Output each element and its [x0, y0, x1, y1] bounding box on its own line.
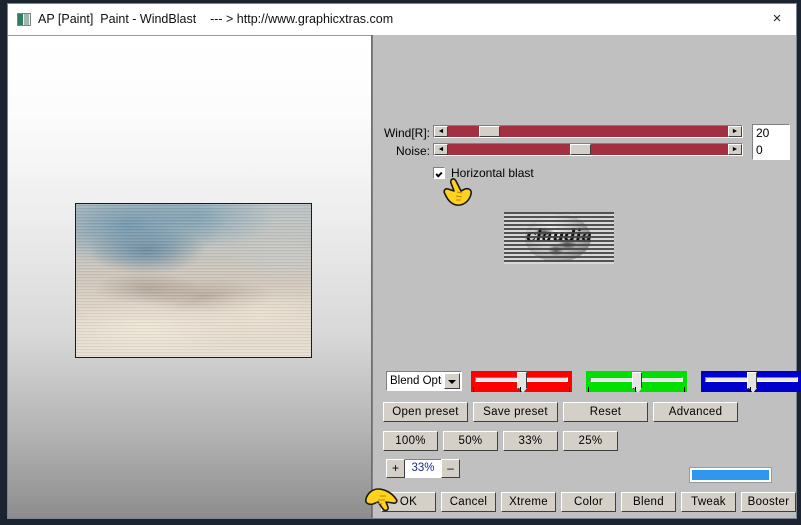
red-slider-thumb[interactable]	[516, 372, 527, 393]
booster-label: Booster	[747, 496, 790, 508]
green-channel-slider[interactable]	[586, 371, 687, 393]
zoom-100-button[interactable]: 100%	[383, 431, 438, 451]
color-label: Color	[574, 496, 603, 508]
blue-slider-thumb[interactable]	[746, 372, 757, 393]
red-channel-slider[interactable]	[471, 371, 572, 393]
reset-label: Reset	[589, 406, 622, 418]
hand-pointer-cursor-checkbox	[441, 174, 475, 208]
zoom-increase-button[interactable]: +	[386, 459, 405, 478]
blend-label: Blend	[633, 496, 664, 508]
save-preset-button[interactable]: Save preset	[473, 402, 558, 422]
color-swatch[interactable]	[689, 467, 772, 483]
content-area: Wind[R]: ◄ ► Noise: ◄ ► 20 0 Horizontal …	[8, 35, 801, 518]
zoom-50-button[interactable]: 50%	[443, 431, 498, 451]
noise-slider-right-arrow[interactable]: ►	[728, 144, 742, 155]
noise-value[interactable]: 0	[753, 142, 789, 159]
window-inner: AP [Paint] Paint - WindBlast --- > http:…	[7, 3, 801, 519]
chevron-down-icon[interactable]	[444, 373, 460, 389]
hand-pointer-cursor-ok	[363, 483, 399, 515]
open-preset-label: Open preset	[392, 406, 459, 418]
zoom-level-value[interactable]: 33%	[405, 459, 441, 478]
zoom-33-label: 33%	[518, 435, 543, 447]
save-preset-label: Save preset	[483, 406, 548, 418]
wind-value[interactable]: 20	[753, 125, 789, 142]
controls-panel: Wind[R]: ◄ ► Noise: ◄ ► 20 0 Horizontal …	[373, 35, 801, 518]
advanced-button[interactable]: Advanced	[653, 402, 738, 422]
wind-slider-left-arrow[interactable]: ◄	[434, 126, 448, 137]
blue-channel-slider[interactable]	[701, 371, 801, 393]
booster-button[interactable]: Booster	[741, 492, 796, 512]
advanced-label: Advanced	[668, 406, 723, 418]
blend-options-value: Blend Opti	[390, 375, 442, 387]
plugin-window: AP [Paint] Paint - WindBlast --- > http:…	[0, 0, 801, 525]
thumbnail-stripe-overlay	[504, 212, 614, 264]
wind-slider-label: Wind[R]:	[383, 126, 430, 140]
noise-slider-left-arrow[interactable]: ◄	[434, 144, 448, 155]
close-icon[interactable]: ×	[764, 8, 790, 30]
app-icon	[17, 13, 31, 26]
green-tick-mid	[635, 387, 636, 392]
zoom-50-label: 50%	[458, 435, 483, 447]
panel-divider	[8, 35, 371, 36]
preview-streak-texture	[76, 204, 311, 357]
red-tick-mid	[520, 387, 521, 392]
green-slider-thumb[interactable]	[631, 372, 642, 393]
noise-slider-thumb[interactable]	[569, 144, 591, 155]
zoom-decrease-button[interactable]: –	[441, 459, 460, 478]
blend-button[interactable]: Blend	[621, 492, 676, 512]
main-preview-image[interactable]	[75, 203, 312, 358]
zoom-stepper[interactable]: + 33% –	[386, 459, 460, 478]
red-tick-right	[569, 387, 570, 392]
cancel-label: Cancel	[449, 496, 488, 508]
titlebar: AP [Paint] Paint - WindBlast --- > http:…	[8, 4, 796, 35]
open-preset-button[interactable]: Open preset	[383, 402, 468, 422]
wind-slider[interactable]: ◄ ►	[433, 125, 743, 138]
wind-slider-thumb[interactable]	[479, 126, 501, 137]
blend-options-combo[interactable]: Blend Opti	[386, 371, 462, 391]
tweak-button[interactable]: Tweak	[681, 492, 736, 512]
green-tick-right	[684, 387, 685, 392]
blue-tick-right	[799, 387, 800, 392]
color-button[interactable]: Color	[561, 492, 616, 512]
zoom-100-label: 100%	[395, 435, 426, 447]
blue-tick-left	[703, 387, 704, 392]
cancel-button[interactable]: Cancel	[441, 492, 496, 512]
noise-slider-label: Noise:	[395, 144, 430, 158]
slider-value-box[interactable]: 20 0	[752, 124, 790, 160]
zoom-25-button[interactable]: 25%	[563, 431, 618, 451]
page-title: AP [Paint] Paint - WindBlast --- > http:…	[38, 12, 394, 26]
tweak-label: Tweak	[691, 496, 726, 508]
blue-tick-mid	[750, 387, 751, 392]
reset-button[interactable]: Reset	[563, 402, 648, 422]
thumbnail-preview[interactable]: claudia	[504, 212, 614, 264]
red-tick-left	[473, 387, 474, 392]
noise-slider[interactable]: ◄ ►	[433, 143, 743, 156]
zoom-33-button[interactable]: 33%	[503, 431, 558, 451]
green-tick-left	[588, 387, 589, 392]
xtreme-button[interactable]: Xtreme	[501, 492, 556, 512]
zoom-25-label: 25%	[578, 435, 603, 447]
preview-panel	[8, 35, 372, 518]
wind-slider-right-arrow[interactable]: ►	[728, 126, 742, 137]
xtreme-label: Xtreme	[509, 496, 548, 508]
